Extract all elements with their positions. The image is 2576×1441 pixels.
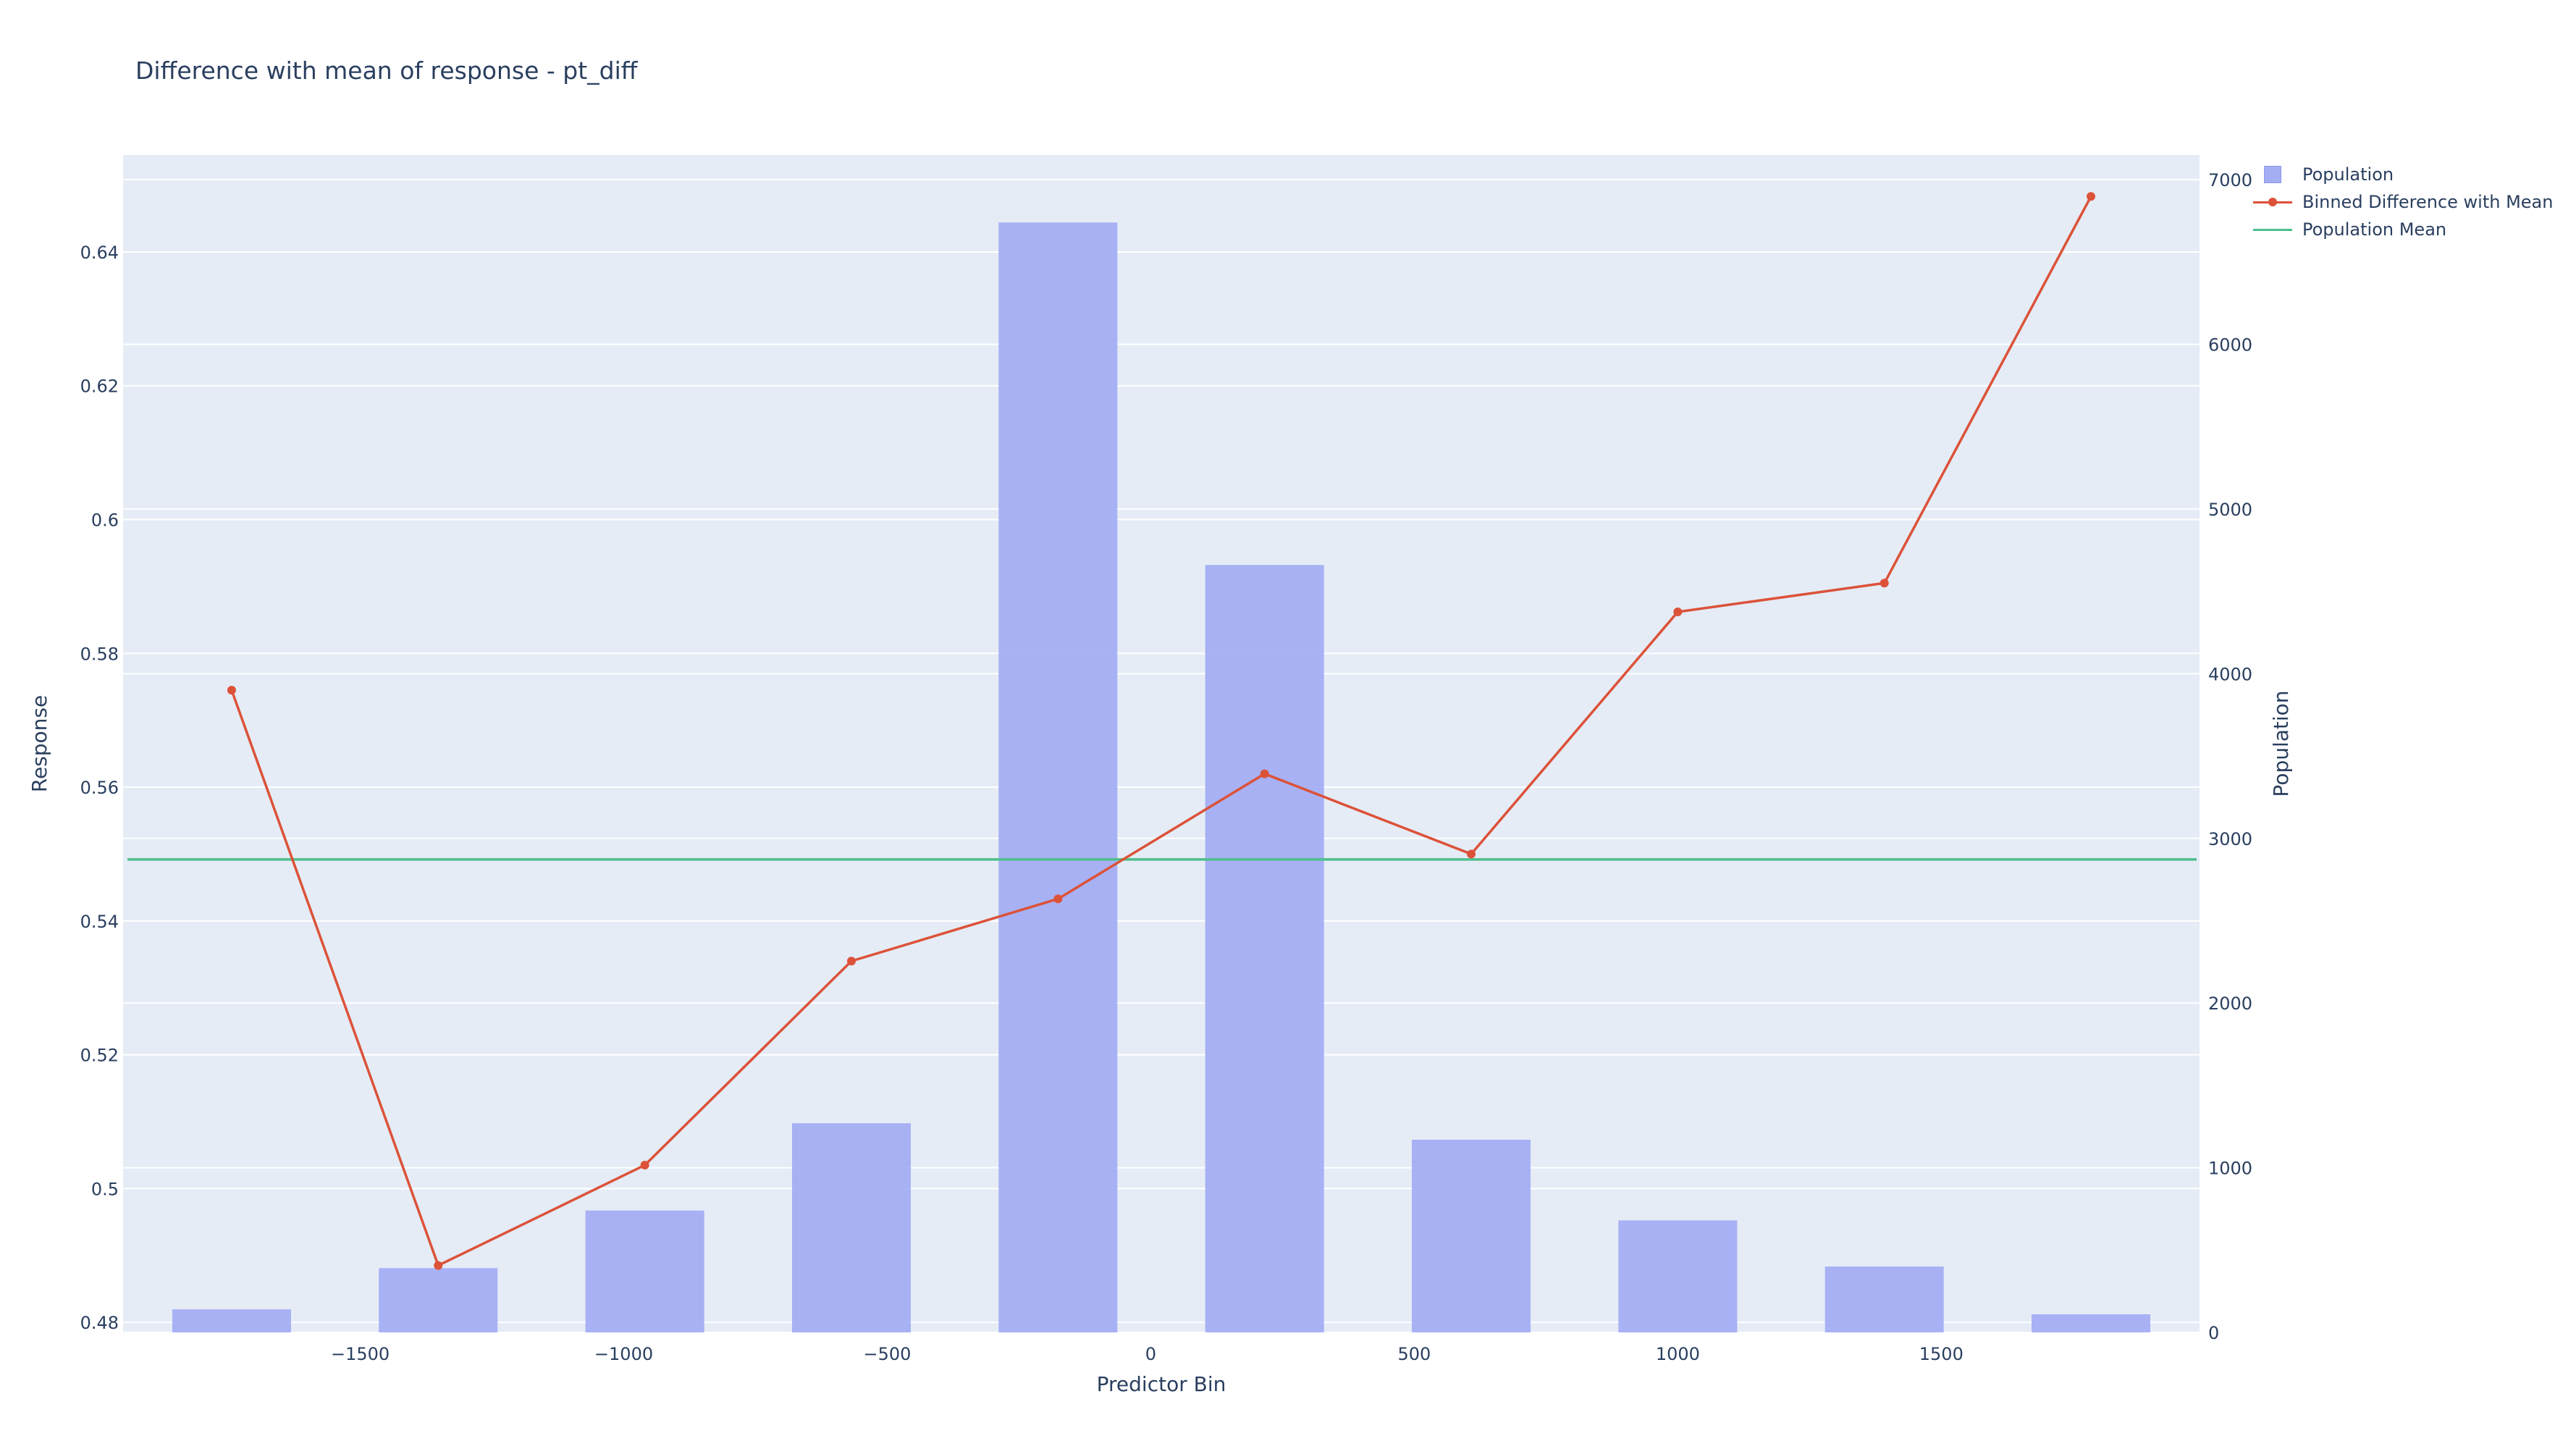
x-axis-label: Predictor Bin — [1097, 1372, 1226, 1396]
y-tick-label: 0.64 — [80, 243, 119, 263]
plot-area — [123, 155, 2200, 1332]
x-tick-label: −500 — [864, 1344, 912, 1364]
binned-difference-point — [1673, 607, 1683, 616]
x-tick-label: −1500 — [331, 1344, 390, 1364]
legend-item-population[interactable]: Population — [2253, 161, 2553, 188]
y-axis-label: Response — [28, 695, 51, 792]
x-tick-label: −1000 — [594, 1344, 653, 1364]
population-bar — [1618, 1220, 1738, 1332]
y-axis-ticks: 0.48 0.5 0.52 0.54 0.56 0.58 0.6 0.62 0.64 — [80, 243, 119, 1333]
legend-label: Population Mean — [2302, 219, 2447, 240]
y2-tick-label: 0 — [2208, 1323, 2219, 1343]
chart: −1500 −1000 −500 0 500 1000 1500 0.480.50.520.… — [28, 155, 2293, 1396]
legend-item-population-mean[interactable]: Population Mean — [2253, 216, 2553, 243]
binned-difference-point — [846, 957, 856, 966]
y-tick-label: 0.62 — [80, 377, 119, 397]
x-tick-label: 0 — [1145, 1344, 1156, 1364]
y-tick-label: 0.5 — [91, 1179, 119, 1199]
y-tick-label: 0.52 — [80, 1046, 119, 1066]
y2-tick-label: 3000 — [2208, 829, 2252, 849]
y-tick-label: 0.56 — [80, 778, 119, 798]
y-tick-label: 0.58 — [80, 644, 119, 664]
legend-item-binned-difference[interactable]: Binned Difference with Mean — [2253, 188, 2553, 216]
binned-difference-point — [227, 686, 236, 695]
y2-tick-label: 2000 — [2208, 993, 2252, 1014]
line-marker-swatch-icon — [2253, 193, 2292, 211]
population-bar — [1205, 565, 1324, 1332]
legend: Population Binned Difference with Mean P… — [2253, 161, 2553, 243]
x-axis-ticks: −1500 −1000 −500 0 500 1000 1500 — [331, 1344, 1963, 1364]
x-tick-label: 500 — [1397, 1344, 1431, 1364]
binned-difference-point — [434, 1261, 443, 1270]
population-bar — [791, 1123, 912, 1332]
line-swatch-icon — [2253, 220, 2292, 239]
y-tick-label: 0.54 — [80, 912, 119, 932]
binned-difference-point — [1880, 579, 1889, 588]
x-tick-label: 1500 — [1919, 1344, 1963, 1364]
population-bar — [1411, 1139, 1531, 1332]
binned-difference-point — [2087, 192, 2096, 201]
binned-difference-point — [1260, 769, 1269, 778]
population-bar — [1824, 1266, 1944, 1332]
population-bar — [2032, 1314, 2151, 1332]
bar-swatch-icon — [2253, 165, 2292, 184]
binned-difference-point — [640, 1161, 649, 1170]
legend-label: Population — [2302, 164, 2394, 185]
population-bar — [172, 1309, 291, 1332]
y2-tick-label: 6000 — [2208, 335, 2252, 356]
y-tick-label: 0.48 — [80, 1313, 119, 1333]
legend-label: Binned Difference with Mean — [2302, 192, 2554, 212]
y2-tick-label: 5000 — [2208, 500, 2252, 520]
binned-difference-point — [1467, 849, 1476, 859]
y2-tick-label: 7000 — [2208, 170, 2252, 190]
y2-tick-label: 4000 — [2208, 664, 2252, 684]
y-tick-label: 0.6 — [91, 511, 119, 531]
x-tick-label: 1000 — [1656, 1344, 1700, 1364]
y2-axis-label: Population — [2269, 690, 2293, 797]
population-bar — [379, 1268, 498, 1332]
population-bar — [585, 1210, 704, 1332]
population-bar — [998, 222, 1118, 1333]
binned-difference-point — [1053, 894, 1063, 904]
y2-axis-ticks: 0 1000 2000 3000 4000 5000 6000 7000 — [2208, 170, 2252, 1343]
y2-tick-label: 1000 — [2208, 1159, 2252, 1179]
